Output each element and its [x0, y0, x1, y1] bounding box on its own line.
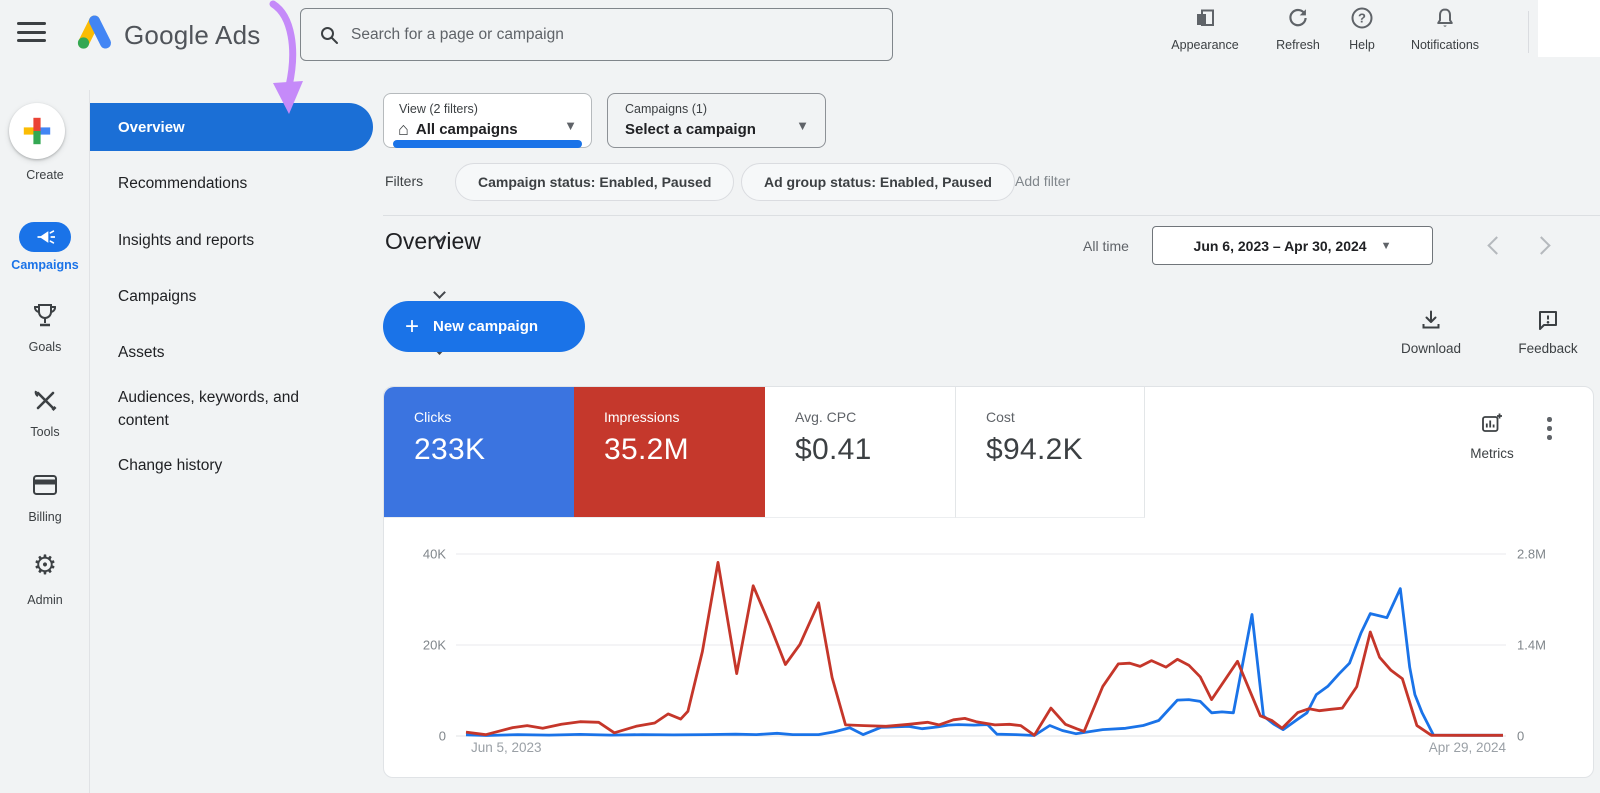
appearance-icon — [1193, 6, 1217, 30]
svg-text:Jun 5, 2023: Jun 5, 2023 — [471, 740, 542, 755]
menu-icon[interactable] — [17, 22, 46, 48]
sidebar-item-audiences[interactable]: Audiences, keywords, and content — [90, 386, 340, 432]
notifications-button[interactable]: Notifications — [1393, 6, 1497, 52]
view-selected-indicator — [393, 140, 582, 148]
overview-card: Clicks 233K Impressions 35.2M Avg. CPC $… — [383, 386, 1594, 778]
svg-text:40K: 40K — [423, 547, 446, 562]
sidebar-item-campaigns[interactable]: Campaigns — [90, 285, 373, 308]
google-ads-logo — [74, 13, 116, 53]
download-icon — [1419, 308, 1443, 332]
dropdown-caret-icon: ▼ — [796, 118, 809, 133]
date-range-label: All time — [1083, 238, 1129, 254]
dropdown-caret-icon: ▼ — [1381, 240, 1392, 252]
next-period-chevron-icon[interactable] — [1532, 236, 1550, 254]
svg-text:?: ? — [1358, 11, 1366, 26]
date-range-picker[interactable]: Jun 6, 2023 – Apr 30, 2024 ▼ — [1152, 226, 1433, 265]
scorecard-impressions[interactable]: Impressions 35.2M — [574, 387, 765, 518]
rail-item-admin[interactable]: ⚙ Admin — [0, 552, 90, 579]
sidebar-item-insights-reports[interactable]: Insights and reports — [90, 229, 373, 252]
filters-label: Filters — [385, 173, 423, 189]
rail-item-billing[interactable]: Billing — [0, 470, 90, 502]
scorecard-avg-cpc[interactable]: Avg. CPC $0.41 — [765, 387, 955, 518]
svg-text:2.8M: 2.8M — [1517, 547, 1546, 562]
svg-text:0: 0 — [439, 729, 446, 744]
feedback-icon — [1536, 308, 1560, 332]
add-filter-button[interactable]: Add filter — [1015, 173, 1070, 189]
refresh-icon — [1286, 6, 1310, 30]
filter-chip-campaign-status[interactable]: Campaign status: Enabled, Paused — [455, 163, 734, 201]
help-icon: ? — [1350, 6, 1374, 30]
svg-text:Apr 29, 2024: Apr 29, 2024 — [1429, 740, 1507, 755]
filter-chip-adgroup-status[interactable]: Ad group status: Enabled, Paused — [741, 163, 1015, 201]
rail-item-tools[interactable]: Tools — [0, 385, 90, 418]
dropdown-caret-icon: ▼ — [564, 118, 577, 133]
google-plus-icon — [21, 115, 53, 147]
metrics-chart-icon — [1480, 411, 1504, 435]
sidebar-item-change-history[interactable]: Change history — [90, 454, 373, 477]
feedback-button[interactable]: Feedback — [1508, 308, 1588, 356]
svg-text:1.4M: 1.4M — [1517, 638, 1546, 653]
prev-period-chevron-icon[interactable] — [1487, 236, 1505, 254]
app-rail: Create Campaigns Goals Tools — [0, 90, 90, 793]
annotation-arrow — [240, 0, 320, 140]
tools-icon — [32, 387, 58, 413]
new-campaign-button[interactable]: + New campaign — [383, 301, 585, 352]
sidebar-item-assets[interactable]: Assets — [90, 341, 373, 364]
search-input[interactable]: Search for a page or campaign — [300, 8, 893, 61]
notifications-icon — [1433, 6, 1457, 30]
plus-icon: + — [405, 315, 419, 339]
scorecard-band: Clicks 233K Impressions 35.2M Avg. CPC $… — [384, 387, 1145, 518]
rail-item-create[interactable]: Create — [0, 90, 90, 190]
search-icon — [319, 25, 339, 45]
topbar-divider — [1528, 11, 1529, 53]
rail-item-goals[interactable]: Goals — [0, 300, 90, 335]
svg-text:20K: 20K — [423, 638, 446, 653]
section-divider — [383, 215, 1600, 216]
metrics-button[interactable]: Metrics — [1452, 411, 1532, 461]
sidebar-item-recommendations[interactable]: Recommendations — [90, 172, 373, 195]
scorecard-cost[interactable]: Cost $94.2K — [955, 387, 1145, 518]
sidebar-item-overview[interactable]: Overview — [90, 103, 373, 151]
page-title: Overview — [385, 228, 481, 255]
topbar-corner-panel — [1538, 0, 1600, 57]
performance-line-chart[interactable]: 0 0 20K 1.4M 40K 2.8M Jun 5, 2023 Apr 29, 2024 — [384, 521, 1593, 777]
megaphone-icon — [19, 222, 71, 252]
create-button[interactable] — [9, 103, 65, 159]
campaign-select-dropdown[interactable]: Campaigns (1) Select a campaign ▼ — [607, 93, 826, 148]
chevron-down-icon — [433, 286, 446, 299]
credit-card-icon — [32, 473, 58, 497]
trophy-icon — [32, 302, 58, 330]
search-placeholder: Search for a page or campaign — [351, 26, 564, 44]
home-icon: ⌂ — [398, 120, 409, 138]
more-options-icon[interactable] — [1547, 417, 1552, 444]
gear-icon: ⚙ — [0, 552, 90, 579]
appearance-button[interactable]: Appearance — [1153, 6, 1257, 52]
scorecard-clicks[interactable]: Clicks 233K — [384, 387, 574, 518]
download-button[interactable]: Download — [1391, 308, 1471, 356]
svg-text:0: 0 — [1517, 729, 1524, 744]
